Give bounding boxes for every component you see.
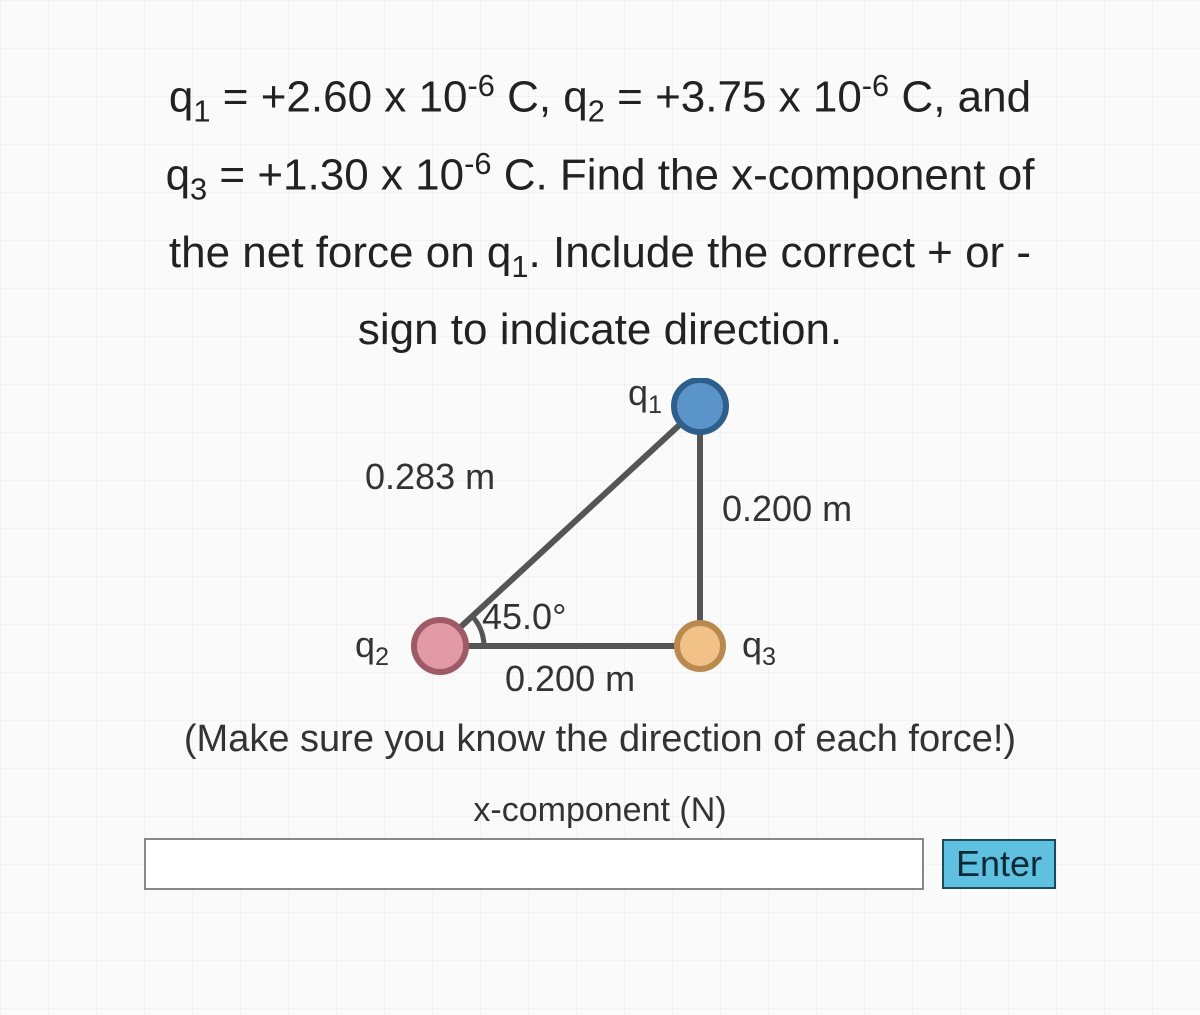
base-length: 0.200 m — [505, 658, 635, 700]
answer-label: x-component (N) — [70, 791, 1130, 830]
q2-label: q2 — [355, 624, 389, 672]
triangle-diagram: q1 q2 q3 0.283 m 0.200 m 0.200 m 45.0° — [250, 378, 950, 698]
problem-statement: q1 = +2.60 x 10-6 C, q2 = +3.75 x 10-6 C… — [70, 60, 1130, 368]
x-component-input[interactable] — [144, 838, 924, 890]
q1-value: +2.60 x 10 — [261, 73, 468, 122]
q2-value: +3.75 x 10 — [655, 73, 862, 122]
q3-value: +1.30 x 10 — [257, 150, 464, 199]
enter-button[interactable]: Enter — [942, 839, 1056, 889]
hypotenuse-length: 0.283 m — [365, 456, 495, 498]
q1-label: q1 — [628, 372, 662, 420]
q3-label: q3 — [742, 624, 776, 672]
vertical-length: 0.200 m — [722, 488, 852, 530]
angle-value: 45.0° — [482, 596, 566, 638]
hint-text: (Make sure you know the direction of eac… — [70, 718, 1130, 761]
